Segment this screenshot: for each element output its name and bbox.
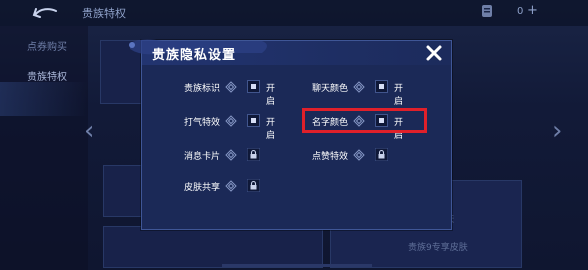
bg-caption-bottom: 贵族9专享皮肤 [408, 243, 468, 253]
setting-label: 皮肤共享 [184, 183, 221, 193]
page-indicator [222, 264, 372, 267]
dialog-header: 贵族隐私设置 [129, 39, 451, 65]
setting-state: 开启 [394, 84, 404, 107]
dialog-title: 贵族隐私设置 [152, 48, 237, 63]
close-icon[interactable] [424, 43, 444, 63]
sidebar-active-highlight [0, 82, 88, 116]
toggle-checkbox[interactable] [247, 80, 260, 93]
back-arrow-icon[interactable] [32, 5, 58, 21]
setting-state: 开启 [266, 118, 276, 141]
setting-state: 开启 [266, 84, 276, 107]
coin-count: 0 [517, 6, 524, 17]
coin-icon [482, 5, 492, 17]
top-bar: 贵族特权 0 + [0, 0, 588, 26]
sidebar: 点券购买 贵族特权 [0, 26, 88, 270]
diamond-icon [225, 115, 237, 127]
diamond-icon [353, 149, 365, 161]
setting-label: 点赞特效 [312, 152, 349, 162]
diamond-icon [225, 180, 237, 192]
add-coin-button[interactable]: + [527, 3, 538, 18]
lock-icon [247, 148, 260, 161]
sidebar-item-noble-privileges[interactable]: 贵族特权 [27, 68, 67, 83]
toggle-checkbox[interactable] [375, 80, 388, 93]
privacy-settings-dialog: 贵族隐私设置 [129, 39, 452, 230]
toggle-checkbox[interactable] [247, 114, 260, 127]
setting-label: 打气特效 [184, 118, 221, 128]
lock-icon [247, 179, 260, 192]
skin-card-1 [103, 165, 143, 217]
sidebar-item-coupon-purchase[interactable]: 点券购买 [27, 38, 67, 53]
diamond-icon [353, 81, 365, 93]
skin-card-row [103, 226, 323, 268]
page-title: 贵族特权 [82, 7, 126, 20]
annotation-highlight-box [302, 108, 427, 133]
diamond-icon [225, 149, 237, 161]
lock-icon [375, 148, 388, 161]
chevron-left-icon[interactable]: ‹ [84, 118, 94, 144]
setting-label: 消息卡片 [184, 152, 221, 162]
chevron-right-icon[interactable]: › [552, 118, 562, 144]
diamond-icon [225, 81, 237, 93]
setting-label: 贵族标识 [184, 84, 221, 94]
setting-label: 聊天颜色 [312, 84, 349, 94]
